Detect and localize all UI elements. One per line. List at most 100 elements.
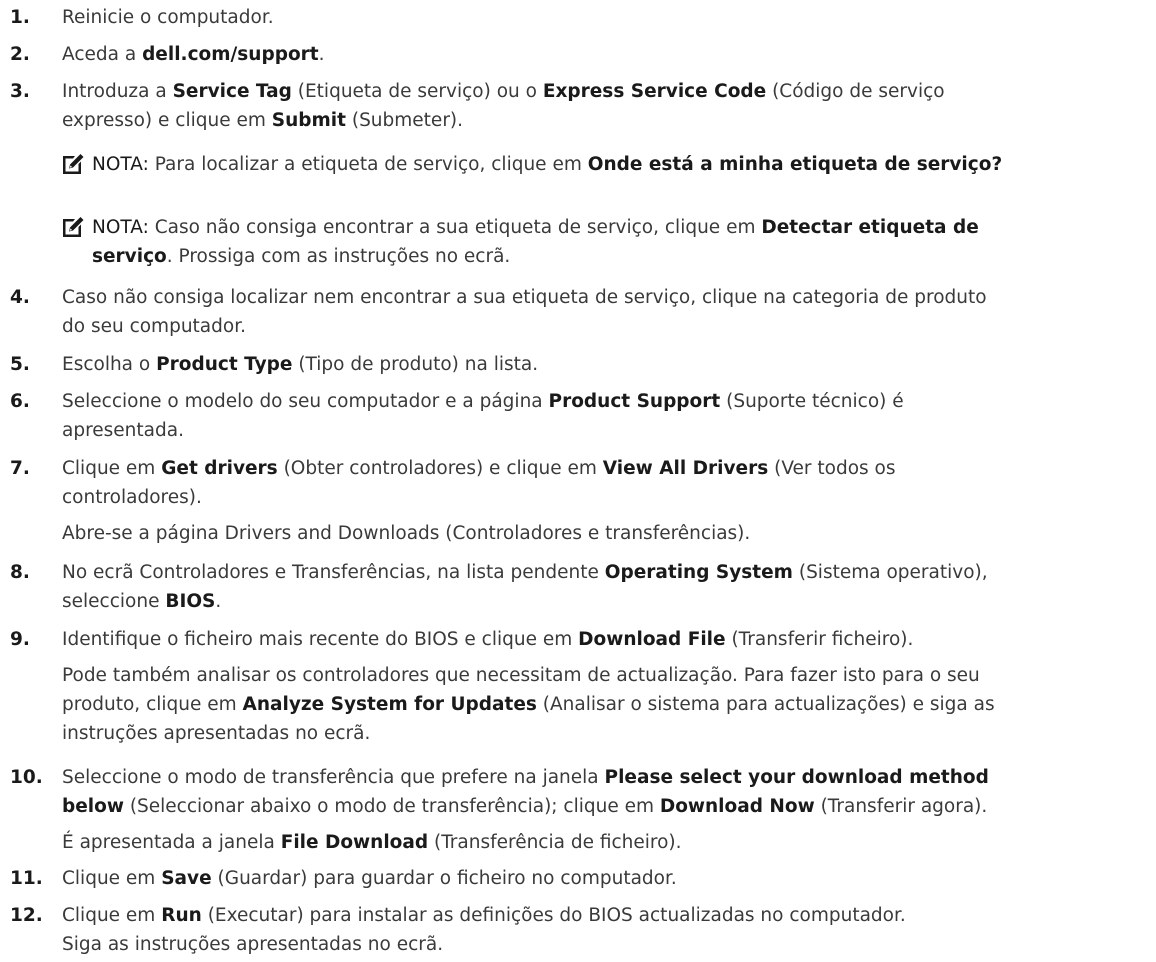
emphasis-text: File Download	[280, 832, 429, 853]
text-run: . Prossiga com as instruções no ecrã.	[166, 246, 511, 267]
text-run: expresso) e clique em	[62, 110, 272, 131]
text-run: (Executar) para instalar as definições d…	[201, 905, 906, 926]
step-number: 5.	[10, 354, 30, 375]
step-number: 11.	[10, 868, 43, 889]
step-text: do seu computador.	[62, 312, 987, 341]
step-2: 2. Aceda a dell.com/support.	[0, 40, 325, 69]
text-run: Introduza a	[62, 81, 173, 102]
step-subtext: Pode também analisar os controladores qu…	[62, 661, 995, 690]
step-4: 4. Caso não consiga localizar nem encont…	[0, 283, 987, 341]
text-run: (Suporte técnico) é	[720, 391, 904, 412]
step-number: 10.	[10, 767, 43, 788]
pencil-note-icon	[63, 154, 84, 174]
text-run: Seleccione o modo de transferência que p…	[62, 767, 605, 788]
emphasis-text: Submit	[271, 110, 346, 131]
text-run: produto, clique em	[62, 694, 243, 715]
step-12: 12. Clique em Run (Executar) para instal…	[0, 901, 906, 959]
text-run: (Transferir ficheiro).	[725, 629, 914, 650]
step-subtext: É apresentada a janela File Download (Tr…	[62, 828, 989, 857]
text-run: (Guardar) para guardar o ficheiro no com…	[211, 868, 677, 889]
text-run: Identifique o ficheiro mais recente do B…	[62, 629, 579, 650]
step-text: apresentada.	[62, 416, 904, 445]
emphasis-text: Download Now	[659, 796, 815, 817]
text-run: (Obter controladores) e clique em	[277, 458, 603, 479]
text-run: Para localizar a etiqueta de serviço, cl…	[148, 154, 588, 175]
step-subtext: instruções apresentadas no ecrã.	[62, 719, 995, 748]
text-run: instruções apresentadas no ecrã.	[62, 723, 371, 744]
step-5: 5. Escolha o Product Type (Tipo de produ…	[0, 350, 538, 379]
text-run: (Seleccionar abaixo o modo de transferên…	[123, 796, 660, 817]
note-text: serviço. Prossiga com as instruções no e…	[92, 242, 979, 271]
step-text: Clique em Run (Executar) para instalar a…	[62, 901, 906, 930]
text-run: .	[215, 591, 222, 612]
emphasis-text: Download File	[578, 629, 726, 650]
emphasis-text: Run	[161, 905, 202, 926]
emphasis-text: Express Service Code	[542, 81, 767, 102]
emphasis-text: Service Tag	[172, 81, 292, 102]
emphasis-text: Please select your download method	[604, 767, 989, 788]
step-text: Identifique o ficheiro mais recente do B…	[62, 625, 995, 654]
text-run: No ecrã Controladores e Transferências, …	[62, 562, 605, 583]
step-text: Seleccione o modo de transferência que p…	[62, 763, 989, 792]
step-text: Reinicie o computador.	[62, 3, 274, 32]
step-number: 9.	[10, 629, 30, 650]
emphasis-text: below	[62, 796, 124, 817]
note-text: NOTA: Para localizar a etiqueta de servi…	[92, 150, 1002, 179]
emphasis-text: View All Drivers	[602, 458, 769, 479]
pencil-note-icon	[63, 217, 84, 237]
step-1: 1. Reinicie o computador.	[0, 3, 274, 32]
step-10: 10. Seleccione o modo de transferência q…	[0, 763, 989, 857]
step-6: 6. Seleccione o modelo do seu computador…	[0, 387, 904, 445]
text-run: Aceda a	[62, 44, 143, 65]
step-text: Seleccione o modelo do seu computador e …	[62, 387, 904, 416]
step-number: 7.	[10, 458, 30, 479]
emphasis-text: Product Support	[548, 391, 721, 412]
step-9: 9. Identifique o ficheiro mais recente d…	[0, 625, 995, 748]
step-text: below (Seleccionar abaixo o modo de tran…	[62, 792, 989, 821]
step-subtext: Siga as instruções apresentadas no ecrã.	[62, 930, 906, 959]
emphasis-text: serviço	[92, 246, 167, 267]
text-run: (Submeter).	[345, 110, 464, 131]
step-subtext: produto, clique em Analyze System for Up…	[62, 690, 995, 719]
emphasis-text: Get drivers	[161, 458, 278, 479]
step-number: 6.	[10, 391, 30, 412]
emphasis-text: Operating System	[604, 562, 793, 583]
step-number: 12.	[10, 905, 43, 926]
text-run: É apresentada a janela	[62, 832, 281, 853]
text-run: (Analisar o sistema para actualizações) …	[536, 694, 995, 715]
step-number: 2.	[10, 44, 30, 65]
step-text: Clique em Save (Guardar) para guardar o …	[62, 864, 677, 893]
note-label: NOTA:	[92, 154, 149, 175]
text-run: (Transferir agora).	[814, 796, 988, 817]
text-run: Escolha o	[62, 354, 157, 375]
emphasis-text: Detectar etiqueta de	[761, 217, 979, 238]
note-1: NOTA: Para localizar a etiqueta de servi…	[0, 150, 1002, 179]
text-run: Caso não consiga encontrar a sua etiquet…	[148, 217, 762, 238]
text-run: Abre-se a página Drivers and Downloads (…	[62, 523, 751, 544]
step-text: expresso) e clique em Submit (Submeter).	[62, 106, 945, 135]
step-number: 4.	[10, 287, 30, 308]
step-number: 1.	[10, 7, 30, 28]
text-run: do seu computador.	[62, 316, 246, 337]
step-text: Clique em Get drivers (Obter controlador…	[62, 454, 896, 483]
text-run: Caso não consiga localizar nem encontrar…	[62, 287, 987, 308]
emphasis-text: dell.com/support	[142, 44, 319, 65]
text-run: (Etiqueta de serviço) ou o	[291, 81, 543, 102]
text-run: Siga as instruções apresentadas no ecrã.	[62, 934, 444, 955]
text-run: (Código de serviço	[766, 81, 945, 102]
step-3: 3. Introduza a Service Tag (Etiqueta de …	[0, 77, 945, 135]
step-text: Caso não consiga localizar nem encontrar…	[62, 283, 987, 312]
text-run: (Ver todos os	[768, 458, 896, 479]
text-run: Reinicie o computador.	[62, 7, 274, 28]
text-run: (Tipo de produto) na lista.	[292, 354, 539, 375]
emphasis-text: BIOS	[165, 591, 216, 612]
emphasis-text: Save	[161, 868, 212, 889]
note-2: NOTA: Caso não consiga encontrar a sua e…	[0, 213, 979, 271]
text-run: Clique em	[62, 868, 162, 889]
emphasis-text: Product Type	[156, 354, 293, 375]
text-run: (Transferência de ficheiro).	[428, 832, 682, 853]
step-7: 7. Clique em Get drivers (Obter controla…	[0, 454, 896, 548]
text-run: controladores).	[62, 487, 202, 508]
text-run: (Sistema operativo),	[792, 562, 988, 583]
step-text: Introduza a Service Tag (Etiqueta de ser…	[62, 77, 945, 106]
